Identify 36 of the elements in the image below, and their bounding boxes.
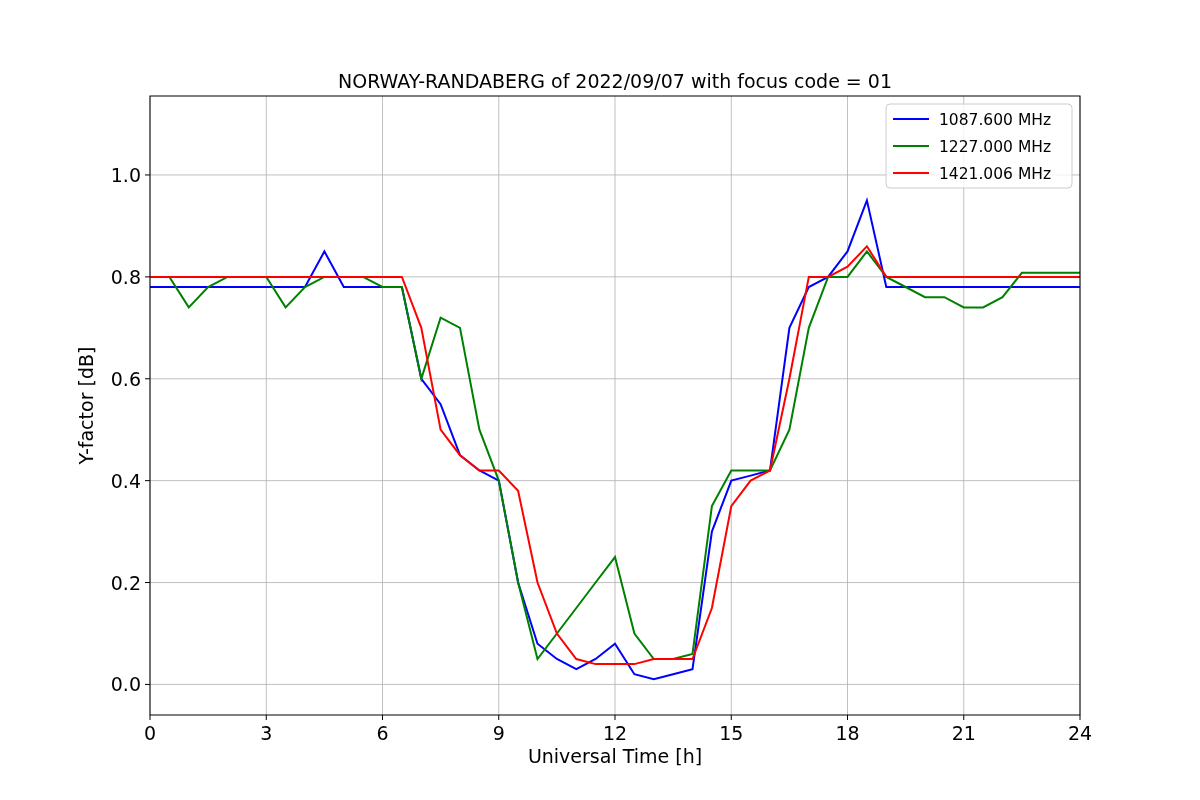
tick-mark [149, 714, 151, 721]
tick-mark [1079, 714, 1081, 721]
chart-title: NORWAY-RANDABERG of 2022/09/07 with focus code = 01 [338, 70, 892, 92]
tick-mark [498, 714, 500, 721]
tick-mark [144, 582, 151, 584]
tick-mark [144, 480, 151, 482]
y-tick-label: 0.2 [110, 571, 141, 594]
x-tick-label: 15 [719, 722, 744, 744]
x-tick-label: 12 [602, 722, 628, 744]
x-tick-label: 0 [143, 722, 157, 744]
tick-mark [614, 714, 616, 721]
y-tick-label: 0.4 [110, 469, 141, 492]
tick-mark [730, 714, 732, 721]
x-axis-label: Universal Time [h] [527, 745, 703, 767]
x-tick-label: 9 [492, 722, 505, 744]
y-tick-label: 0.0 [110, 673, 141, 696]
x-tick-label: 18 [835, 722, 860, 744]
x-tick-label: 6 [376, 722, 389, 744]
x-tick-label: 21 [951, 722, 976, 744]
tick-mark [144, 378, 151, 380]
tick-mark [265, 714, 267, 721]
y-tick-label: 1.0 [110, 163, 141, 186]
y-tick-label: 0.6 [110, 367, 141, 390]
y-axis-label: Y-factor [dB] [75, 346, 97, 465]
tick-mark [963, 714, 965, 721]
tick-mark [144, 276, 151, 278]
tick-mark [382, 714, 383, 721]
x-tick-label: 3 [260, 722, 273, 744]
legend-label: 1227.000 MHz [939, 138, 1052, 156]
tick-mark [847, 714, 848, 721]
y-tick-label: 0.8 [110, 265, 141, 288]
tick-mark [144, 174, 151, 176]
x-tick-label: 24 [1067, 722, 1093, 744]
legend-label: 1087.600 MHz [939, 111, 1052, 129]
tick-mark [144, 683, 151, 685]
legend-label: 1421.006 MHz [939, 165, 1052, 183]
